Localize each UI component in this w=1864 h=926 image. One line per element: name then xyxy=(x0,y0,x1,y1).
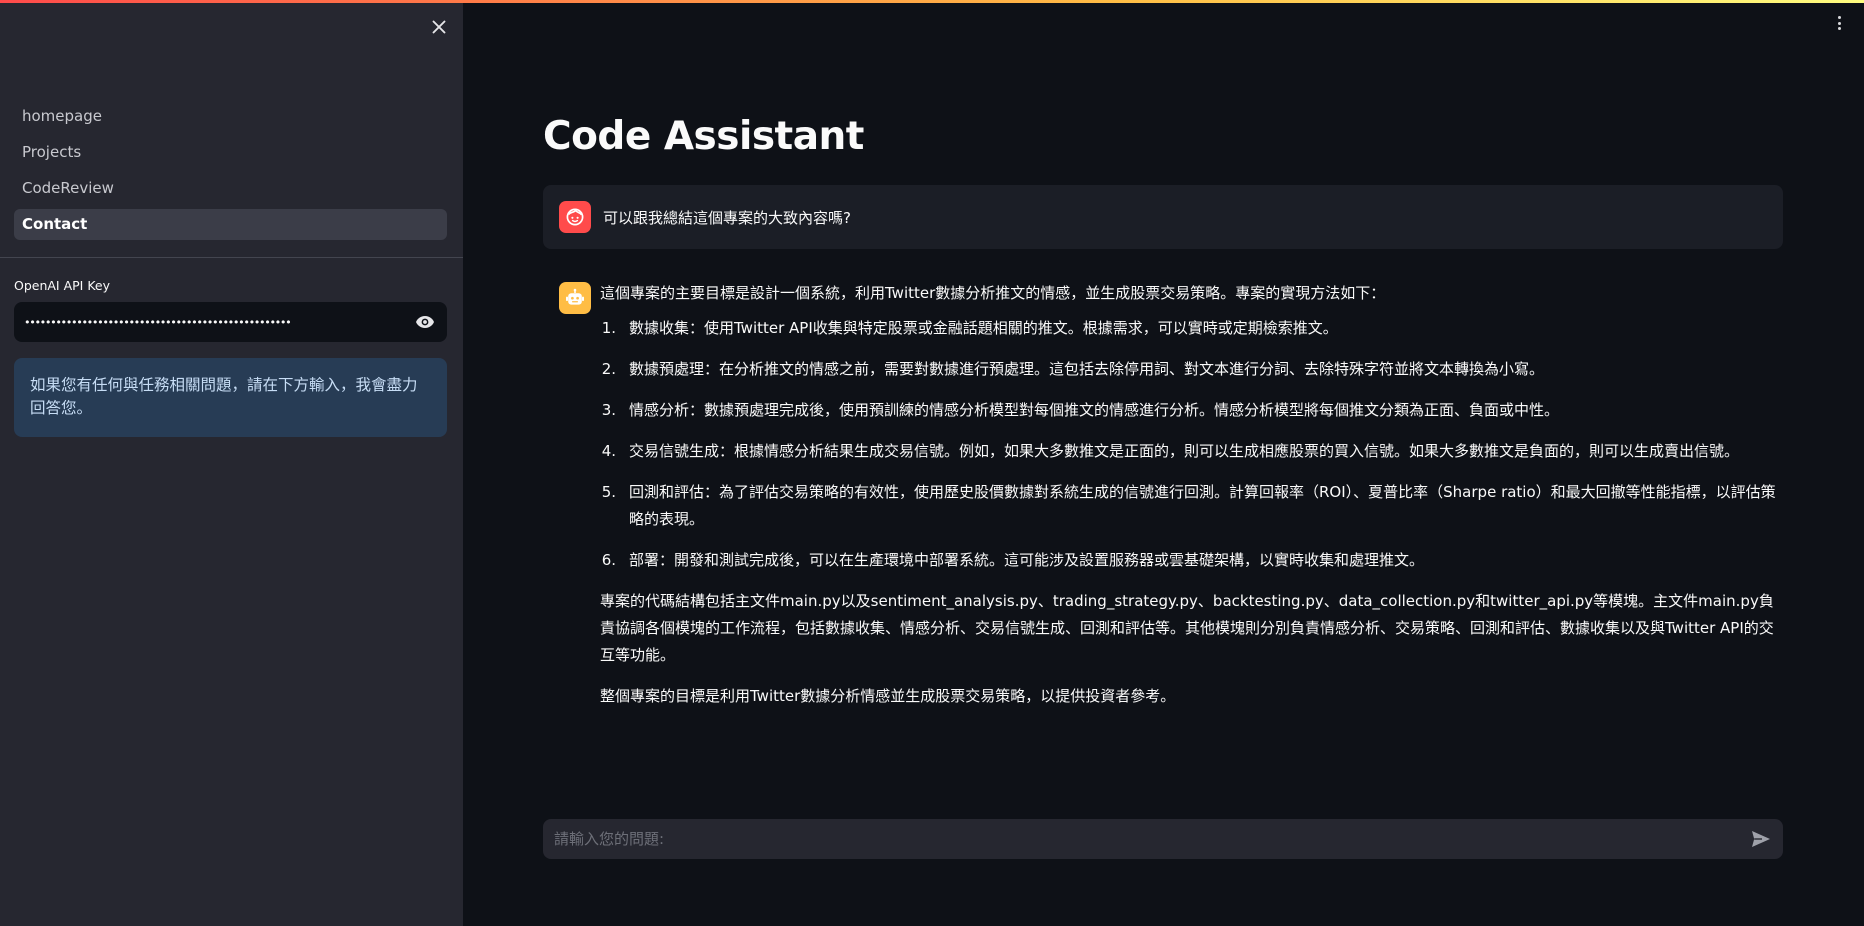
list-item: 3. 情感分析：數據預處理完成後，使用預訓練的情感分析模型對每個推文的情感進行分析… xyxy=(601,401,1560,419)
api-key-field[interactable]: ••••••••••••••••••••••••••••••••••••••••… xyxy=(14,302,447,342)
close-icon xyxy=(432,20,446,34)
assistant-message-content: 這個專案的主要目標是設計一個系統，利用Twitter數據分析推文的情感，並生成股… xyxy=(600,280,1783,710)
top-decoration-bar xyxy=(0,0,1864,3)
user-face-icon xyxy=(566,208,584,226)
user-message-text: 可以跟我總結這個專案的大致內容嗎? xyxy=(603,208,851,227)
list-item: 2. 數據預處理：在分析推文的情感之前，需要對數據進行預處理。這包括去除停用詞、對… xyxy=(601,360,1545,378)
sidebar-item-codereview[interactable]: CodeReview xyxy=(14,173,447,204)
assistant-summary-text: 專案的代碼結構包括主文件main.py以及sentiment_analysis.… xyxy=(600,592,1774,664)
send-button[interactable] xyxy=(1739,819,1783,859)
assistant-avatar xyxy=(559,282,591,314)
list-item: 5. 回測和評估：為了評估交易策略的有效性，使用歷史股價數據對系統生成的信號進行回… xyxy=(601,483,1776,528)
page-title: Code Assistant xyxy=(543,114,864,159)
sidebar: homepage Projects CodeReview Contact Ope… xyxy=(0,0,463,926)
steps-list: 1. 數據收集：使用Twitter API收集與特定股票或金融話題相關的推文。根據… xyxy=(600,315,1783,574)
sidebar-divider xyxy=(0,257,463,258)
api-key-label: OpenAI API Key xyxy=(14,278,111,293)
close-sidebar-button[interactable] xyxy=(426,14,452,40)
user-avatar xyxy=(559,201,591,233)
list-item: 6. 部署：開發和測試完成後，可以在生產環境中部署系統。這可能涉及設置服務器或雲基… xyxy=(601,551,1425,569)
sidebar-nav: homepage Projects CodeReview Contact xyxy=(14,101,447,245)
list-item: 4. 交易信號生成：根據情感分析結果生成交易信號。例如，如果大多數推文是正面的，則… xyxy=(601,442,1740,460)
more-vertical-icon xyxy=(1837,16,1841,19)
sidebar-item-contact[interactable]: Contact xyxy=(14,209,447,240)
assistant-conclusion-text: 整個專案的目標是利用Twitter數據分析情感並生成股票交易策略，以提供投資者參… xyxy=(600,687,1176,705)
api-key-input[interactable]: ••••••••••••••••••••••••••••••••••••••••… xyxy=(14,316,403,329)
user-chat-message: 可以跟我總結這個專案的大致內容嗎? xyxy=(543,185,1783,249)
show-password-button[interactable] xyxy=(403,302,447,342)
chat-input-bar xyxy=(543,819,1783,859)
main-menu-button[interactable] xyxy=(1832,12,1846,34)
list-item: 1. 數據收集：使用Twitter API收集與特定股票或金融話題相關的推文。根據… xyxy=(601,319,1338,337)
eye-icon xyxy=(416,316,434,328)
robot-icon xyxy=(566,288,584,305)
assistant-intro-text: 這個專案的主要目標是設計一個系統，利用Twitter數據分析推文的情感，並生成股… xyxy=(600,284,1386,302)
sidebar-item-homepage[interactable]: homepage xyxy=(14,101,447,132)
sidebar-item-projects[interactable]: Projects xyxy=(14,137,447,168)
info-alert: 如果您有任何與任務相關問題，請在下方輸入，我會盡力回答您。 xyxy=(14,358,447,437)
chat-input[interactable] xyxy=(543,819,1739,859)
send-icon xyxy=(1752,831,1770,847)
